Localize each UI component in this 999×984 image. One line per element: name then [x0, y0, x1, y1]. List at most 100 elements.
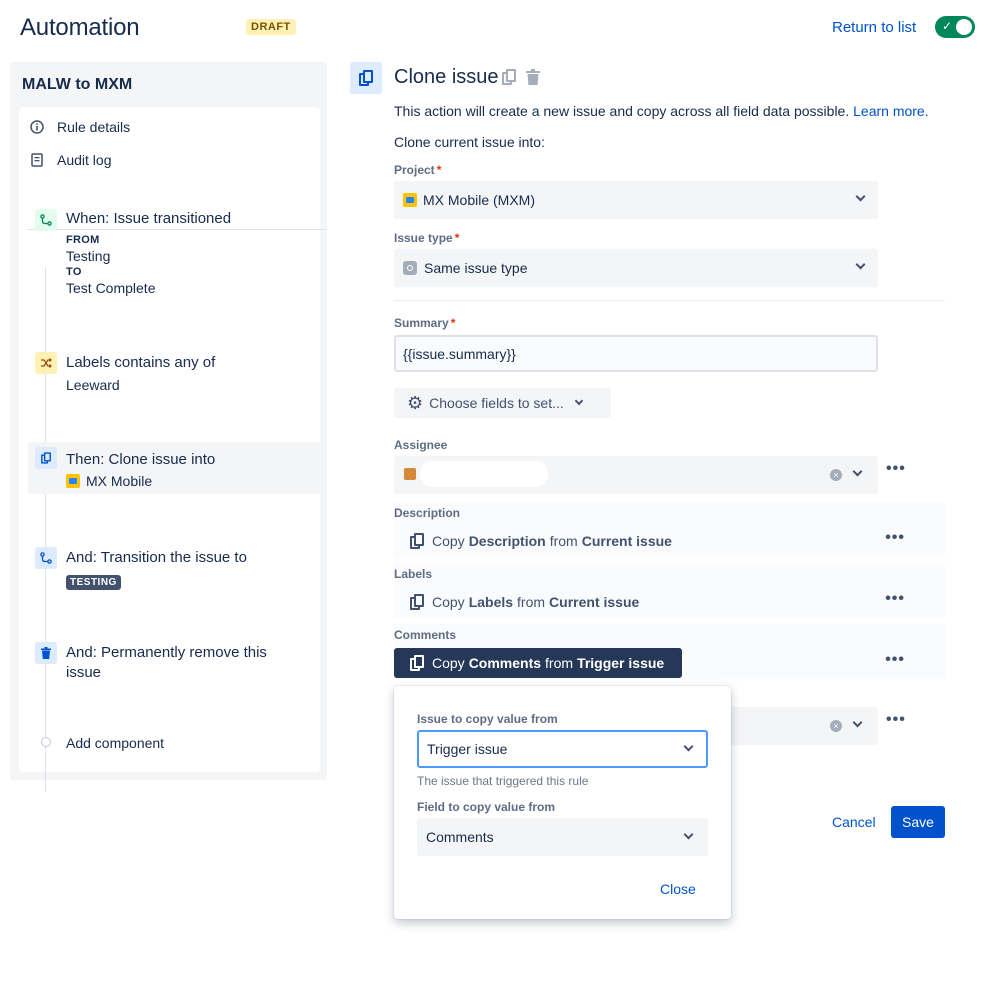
- step-detail: Leeward: [66, 377, 120, 393]
- project-value: MX Mobile (MXM): [423, 192, 536, 208]
- summary-label: Summary *: [394, 316, 456, 330]
- cancel-button[interactable]: Cancel: [826, 806, 882, 838]
- summary-input[interactable]: {{issue.summary}}: [394, 335, 878, 372]
- to-status: Test Complete: [66, 280, 156, 296]
- title-tools: [502, 69, 540, 90]
- toggle-knob: [956, 19, 972, 35]
- avatar: [404, 468, 416, 480]
- description-label: Description: [394, 506, 461, 520]
- redacted-name: [420, 461, 548, 487]
- step-trigger[interactable]: When: Issue transitioned FROM Testing TO…: [28, 204, 325, 299]
- issue-source-select[interactable]: Trigger issue: [417, 730, 708, 768]
- step-title: And: Transition the issue to: [66, 549, 247, 566]
- rule-enabled-toggle[interactable]: ✓: [935, 16, 975, 38]
- duplicate-icon[interactable]: [502, 69, 516, 90]
- project-select[interactable]: MX Mobile (MXM): [394, 181, 878, 219]
- rule-name: MALW to MXM: [22, 76, 133, 93]
- copy-description-button[interactable]: Copy Description from Current issue: [394, 526, 690, 556]
- description-more-icon[interactable]: •••: [885, 529, 905, 547]
- action-description: This action will create a new issue and …: [394, 103, 929, 119]
- chevron-down-icon: [852, 717, 863, 728]
- choose-fields-button[interactable]: ⚙ Choose fields to set...: [394, 388, 611, 418]
- issue-type-icon: [403, 261, 417, 275]
- issue-source-helper: The issue that triggered this rule: [417, 774, 589, 788]
- transition-icon: [35, 547, 57, 569]
- labels-copy-row: Labels Copy Labels from Current issue •••: [394, 563, 945, 618]
- issue-type-select[interactable]: Same issue type: [394, 249, 878, 287]
- timeline-line: [45, 267, 46, 792]
- chevron-down-icon: [852, 466, 863, 477]
- copy-icon: [410, 533, 424, 549]
- status-lozenge: TESTING: [66, 575, 121, 590]
- assignee-select[interactable]: ×: [394, 456, 878, 494]
- to-label: TO: [66, 266, 82, 278]
- step-delete[interactable]: And: Permanently remove this issue: [28, 637, 325, 687]
- project-icon: [66, 474, 80, 488]
- close-popup-button[interactable]: Close: [660, 881, 696, 897]
- comments-label: Comments: [394, 628, 457, 642]
- field-source-value: Comments: [426, 829, 494, 845]
- gear-icon: ⚙: [407, 392, 424, 413]
- labels-more-icon[interactable]: •••: [885, 590, 905, 608]
- transition-icon: [35, 209, 57, 231]
- labels-label: Labels: [394, 567, 433, 581]
- step-title: When: Issue transitioned: [66, 210, 232, 227]
- issue-source-value: Trigger issue: [427, 741, 508, 757]
- copy-labels-button[interactable]: Copy Labels from Current issue: [394, 587, 657, 617]
- chevron-down-icon: [683, 741, 694, 752]
- copy-icon: [410, 594, 424, 610]
- chevron-down-icon: [574, 396, 584, 406]
- project-icon: [403, 193, 417, 207]
- project-label: Project *: [394, 163, 442, 177]
- issue-type-value: Same issue type: [424, 260, 528, 276]
- delete-icon[interactable]: [526, 69, 540, 90]
- clone-into-label: Clone current issue into:: [394, 134, 545, 150]
- field-source-select[interactable]: Comments: [417, 818, 708, 856]
- action-title: Clone issue: [394, 66, 499, 88]
- copy-icon: [35, 447, 57, 469]
- trash-icon: [35, 642, 57, 664]
- step-detail: MX Mobile: [66, 473, 152, 489]
- step-clone-issue[interactable]: Then: Clone issue into MX Mobile: [28, 442, 325, 494]
- comments-more-icon[interactable]: •••: [885, 651, 905, 669]
- step-transition[interactable]: And: Transition the issue to TESTING: [28, 542, 325, 592]
- page-title: Automation: [20, 14, 140, 41]
- copy-value-popup: Issue to copy value from Trigger issue T…: [394, 686, 731, 919]
- rule-details-link[interactable]: Rule details: [29, 119, 130, 135]
- field-source-label: Field to copy value from: [417, 800, 556, 814]
- step-title: And: Permanently remove this issue: [66, 644, 267, 681]
- save-button[interactable]: Save: [891, 806, 945, 838]
- document-icon: [29, 152, 45, 168]
- audit-log-link[interactable]: Audit log: [29, 152, 111, 168]
- from-status: Testing: [66, 248, 111, 264]
- rule-details-label: Rule details: [57, 119, 131, 135]
- rule-components-card: Rule details Audit log When: Issue trans…: [19, 107, 326, 792]
- field-more-icon[interactable]: •••: [886, 711, 906, 729]
- info-icon: [29, 119, 45, 135]
- chevron-down-icon: [855, 191, 866, 202]
- copy-comments-button[interactable]: Copy Comments from Trigger issue: [394, 648, 683, 678]
- clear-icon[interactable]: ×: [830, 469, 842, 481]
- assignee-more-icon[interactable]: •••: [886, 460, 906, 478]
- chevron-down-icon: [855, 259, 866, 270]
- step-condition[interactable]: Labels contains any of Leeward: [28, 347, 325, 397]
- choose-fields-label: Choose fields to set...: [429, 395, 564, 411]
- step-title: Labels contains any of: [66, 354, 216, 371]
- rule-sidebar: MALW to MXM Rule details Audit log When:…: [10, 62, 327, 792]
- learn-more-link[interactable]: Learn more.: [853, 103, 928, 119]
- clear-icon[interactable]: ×: [830, 720, 842, 732]
- issue-type-label: Issue type *: [394, 231, 460, 245]
- add-component-link[interactable]: Add component: [66, 735, 164, 751]
- add-component-dot: [41, 737, 51, 747]
- from-label: FROM: [66, 234, 100, 246]
- hidden-field-select[interactable]: ×: [731, 707, 878, 745]
- copy-icon: [410, 655, 424, 671]
- comments-copy-row: Comments Copy Comments from Trigger issue •…: [394, 624, 945, 679]
- return-to-list-link[interactable]: Return to list: [832, 19, 916, 36]
- clone-action-icon: [350, 62, 382, 94]
- check-icon: ✓: [942, 19, 953, 33]
- draft-badge: DRAFT: [246, 19, 296, 35]
- step-title: Then: Clone issue into: [66, 451, 216, 468]
- shuffle-icon: [35, 352, 57, 374]
- audit-log-label: Audit log: [57, 152, 112, 168]
